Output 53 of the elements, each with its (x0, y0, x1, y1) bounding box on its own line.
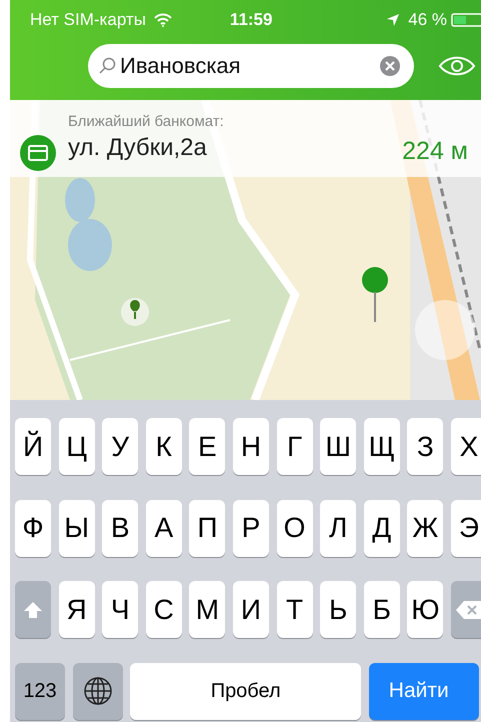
letter-key[interactable]: Ы (58, 500, 95, 556)
letter-key[interactable]: С (146, 581, 182, 638)
battery-percent: 46 % (408, 9, 447, 32)
eye-icon[interactable] (438, 54, 476, 78)
letter-key[interactable]: Ф (15, 500, 51, 556)
letter-key[interactable]: Т (276, 581, 313, 638)
globe-key[interactable] (72, 662, 123, 720)
numbers-key[interactable]: 123 (15, 662, 65, 720)
battery-icon (451, 12, 481, 28)
letter-key[interactable]: Ю (407, 581, 444, 638)
letter-key[interactable]: Ц (58, 418, 95, 475)
atm-distance: 224 м (402, 136, 468, 167)
letter-key[interactable]: Э (450, 500, 481, 556)
space-key[interactable]: Пробел (130, 662, 362, 720)
letter-key[interactable]: Б (364, 581, 400, 638)
shift-key[interactable] (15, 581, 51, 638)
card-icon (20, 134, 56, 170)
backspace-key[interactable] (450, 581, 481, 638)
atm-address[interactable]: ул. Дубки,2а (68, 130, 224, 164)
clear-icon[interactable] (380, 56, 400, 76)
backspace-icon (454, 600, 481, 620)
letter-key[interactable]: К (146, 418, 182, 475)
letter-key[interactable]: Ж (407, 500, 444, 556)
letter-key[interactable]: Х (450, 418, 481, 475)
letter-key[interactable]: М (189, 581, 226, 638)
letter-key[interactable]: Н (232, 418, 269, 475)
letter-key[interactable]: Г (276, 418, 313, 475)
search-key[interactable]: Найти (368, 662, 479, 720)
letter-key[interactable]: Щ (364, 418, 400, 475)
letter-key[interactable]: Р (232, 500, 269, 556)
letter-key[interactable]: Е (189, 418, 226, 475)
location-arrow-icon (386, 13, 400, 27)
clock-time: 11:59 (230, 9, 272, 32)
letter-key[interactable]: И (232, 581, 269, 638)
letter-key[interactable]: Л (320, 500, 356, 556)
letter-key[interactable]: Я (58, 581, 95, 638)
letter-key[interactable]: У (102, 418, 138, 475)
wifi-icon (154, 13, 172, 27)
search-field[interactable]: Ивановская (88, 44, 414, 88)
letter-key[interactable]: А (146, 500, 182, 556)
letter-key[interactable]: П (189, 500, 226, 556)
carrier-name: Нет SIM-карты (30, 9, 146, 32)
letter-key[interactable]: Й (15, 418, 51, 475)
shift-icon (23, 600, 43, 618)
letter-key[interactable]: З (407, 418, 444, 475)
globe-icon (82, 676, 113, 706)
letter-key[interactable]: В (102, 500, 138, 556)
letter-key[interactable]: Ь (320, 581, 356, 638)
letter-key[interactable]: О (276, 500, 313, 556)
nearest-atm-label: Ближайший банкомат: (68, 112, 224, 130)
letter-key[interactable]: Ш (320, 418, 356, 475)
letter-key[interactable]: Д (364, 500, 400, 556)
letter-key[interactable]: Ч (102, 581, 138, 638)
